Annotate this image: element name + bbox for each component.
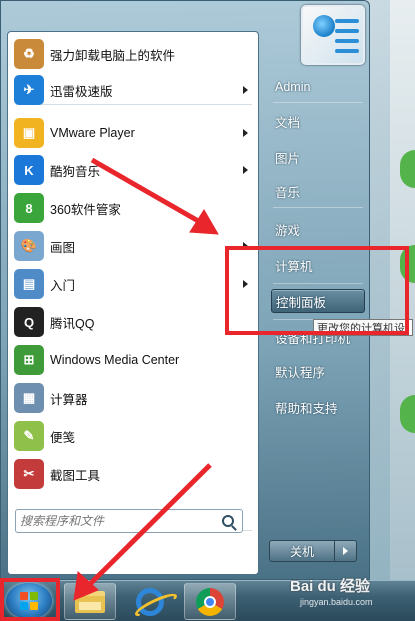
user-picture[interactable] bbox=[301, 5, 365, 65]
places-item[interactable]: 图片 bbox=[271, 145, 365, 169]
separator bbox=[273, 283, 363, 284]
program-label: 强力卸载电脑上的软件 bbox=[50, 48, 176, 63]
program-label: 截图工具 bbox=[50, 468, 101, 483]
programs-pane: 所有程序 ♻强力卸载电脑上的软件✈迅雷极速版▣VMware PlayerK酷狗音… bbox=[7, 31, 259, 575]
program-item[interactable]: K 酷狗音乐 bbox=[14, 152, 254, 188]
places-item[interactable]: 默认程序 bbox=[271, 359, 365, 383]
submenu-arrow-icon[interactable] bbox=[243, 280, 248, 288]
program-label: 便笺 bbox=[50, 430, 76, 445]
places-item[interactable]: 音乐 bbox=[271, 179, 365, 203]
program-label: 入门 bbox=[50, 278, 76, 293]
places-item[interactable]: 帮助和支持 bbox=[271, 395, 365, 419]
places-item[interactable]: 计算机 bbox=[271, 253, 365, 277]
watermark-brand: Bai du 经验 bbox=[290, 578, 371, 595]
search-input[interactable] bbox=[20, 514, 210, 528]
program-item[interactable]: ⊞ Windows Media Center bbox=[14, 342, 254, 378]
submenu-arrow-icon[interactable] bbox=[243, 86, 248, 94]
program-item[interactable]: ✎ 便笺 bbox=[14, 418, 254, 454]
user-picture-line bbox=[335, 49, 359, 53]
desktop-background bbox=[390, 0, 415, 580]
kugou-icon: K bbox=[14, 155, 44, 185]
user-picture-line bbox=[335, 39, 359, 43]
user-picture-disk-icon bbox=[313, 15, 335, 37]
program-item[interactable]: ▤ 入门 bbox=[14, 266, 254, 302]
shutdown-button[interactable]: 关机 bbox=[269, 540, 335, 562]
start-menu: 所有程序 ♻强力卸载电脑上的软件✈迅雷极速版▣VMware PlayerK酷狗音… bbox=[0, 0, 413, 580]
program-item[interactable]: ▣ VMware Player bbox=[14, 115, 254, 151]
program-label: 360软件管家 bbox=[50, 202, 121, 217]
places-item[interactable]: 控制面板 bbox=[271, 289, 365, 313]
desktop-icon-fragment bbox=[400, 150, 415, 188]
360-icon: 8 bbox=[14, 193, 44, 223]
program-label: 画图 bbox=[50, 240, 76, 255]
windows-logo-icon bbox=[20, 592, 38, 610]
vmware-icon: ▣ bbox=[14, 118, 44, 148]
taskbar: Bai du 经验 jingyan.baidu.com bbox=[0, 578, 415, 621]
places-item[interactable]: 文档 bbox=[271, 109, 365, 133]
search-icon[interactable] bbox=[222, 515, 234, 527]
separator bbox=[273, 102, 363, 103]
sticky-notes-icon: ✎ bbox=[14, 421, 44, 451]
uninstall-icon: ♻ bbox=[14, 39, 44, 69]
separator bbox=[273, 207, 363, 208]
getting-started-icon: ▤ bbox=[14, 269, 44, 299]
chrome-icon bbox=[196, 587, 224, 616]
calculator-icon: ▦ bbox=[14, 383, 44, 413]
start-button[interactable] bbox=[6, 583, 52, 619]
program-item[interactable]: Q 腾讯QQ bbox=[14, 304, 254, 340]
places-item[interactable]: Admin bbox=[271, 75, 365, 99]
program-label: Windows Media Center bbox=[50, 353, 180, 367]
desktop-icon-fragment bbox=[400, 395, 415, 433]
tooltip: 更改您的计算机设 bbox=[313, 319, 413, 336]
program-item[interactable]: ✂ 截图工具 bbox=[14, 456, 254, 492]
program-label: 计算器 bbox=[50, 392, 88, 407]
submenu-arrow-icon[interactable] bbox=[243, 166, 248, 174]
user-picture-line bbox=[335, 19, 359, 23]
watermark-site: jingyan.baidu.com bbox=[300, 597, 373, 607]
user-picture-line bbox=[335, 29, 359, 33]
qq-icon: Q bbox=[14, 307, 44, 337]
program-label: 酷狗音乐 bbox=[50, 164, 101, 179]
program-item[interactable]: ✈ 迅雷极速版 bbox=[14, 72, 254, 108]
submenu-arrow-icon[interactable] bbox=[243, 242, 248, 250]
program-item[interactable]: 8 360软件管家 bbox=[14, 190, 254, 226]
paint-icon: 🎨 bbox=[14, 231, 44, 261]
search-box[interactable] bbox=[15, 509, 243, 533]
taskbar-explorer-button[interactable] bbox=[64, 583, 116, 620]
internet-explorer-icon bbox=[136, 587, 164, 616]
program-label: 迅雷极速版 bbox=[50, 84, 113, 99]
media-center-icon: ⊞ bbox=[14, 345, 44, 375]
program-label: 腾讯QQ bbox=[50, 316, 95, 331]
submenu-arrow-icon[interactable] bbox=[243, 129, 248, 137]
program-item[interactable]: ▦ 计算器 bbox=[14, 380, 254, 416]
taskbar-ie-button[interactable] bbox=[124, 583, 176, 620]
desktop-icon-fragment bbox=[400, 245, 415, 283]
program-label: VMware Player bbox=[50, 126, 135, 140]
shutdown-options-arrow[interactable] bbox=[335, 540, 357, 562]
program-item[interactable]: 🎨 画图 bbox=[14, 228, 254, 264]
folder-icon bbox=[75, 590, 105, 613]
snipping-tool-icon: ✂ bbox=[14, 459, 44, 489]
places-item[interactable]: 游戏 bbox=[271, 217, 365, 241]
thunder-icon: ✈ bbox=[14, 75, 44, 105]
taskbar-chrome-button[interactable] bbox=[184, 583, 236, 620]
program-item[interactable]: ♻ 强力卸载电脑上的软件 bbox=[14, 36, 254, 72]
